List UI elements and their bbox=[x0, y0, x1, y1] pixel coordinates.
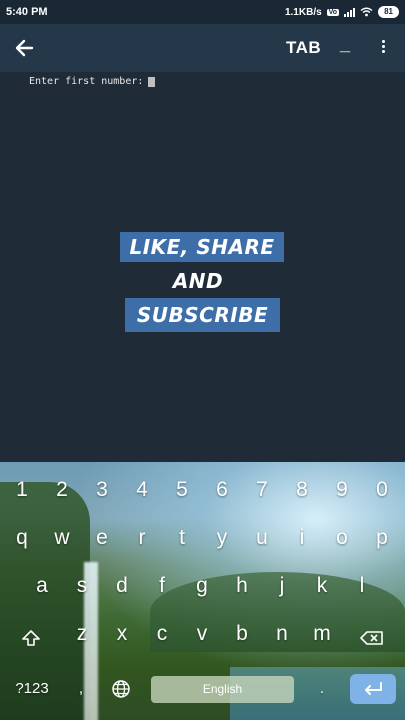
symbols-key[interactable]: ?123 bbox=[8, 669, 56, 709]
key-v[interactable]: v bbox=[182, 614, 222, 654]
promo-line-3: SUBSCRIBE bbox=[125, 298, 280, 332]
key-u[interactable]: u bbox=[242, 518, 282, 558]
promo-line-1: LIKE, SHARE bbox=[120, 232, 284, 262]
key-h[interactable]: h bbox=[222, 566, 262, 606]
key-s[interactable]: s bbox=[62, 566, 102, 606]
promo-line-2: AND bbox=[172, 269, 224, 293]
key-n[interactable]: n bbox=[262, 614, 302, 654]
shift-icon[interactable] bbox=[11, 618, 51, 658]
key-period[interactable]: . bbox=[302, 669, 342, 709]
enter-key[interactable] bbox=[350, 674, 396, 704]
key-z[interactable]: z bbox=[62, 614, 102, 654]
key-3[interactable]: 3 bbox=[82, 470, 122, 510]
more-vert-icon[interactable] bbox=[380, 40, 386, 56]
backspace-icon[interactable] bbox=[352, 618, 392, 658]
key-l[interactable]: l bbox=[342, 566, 382, 606]
key-j[interactable]: j bbox=[262, 566, 302, 606]
globe-icon[interactable] bbox=[101, 669, 141, 709]
soft-keyboard: 1 2 3 4 5 6 7 8 9 0 q w e r t y u i o p … bbox=[0, 462, 405, 720]
prompt-text: Enter first number: bbox=[29, 76, 144, 87]
key-8[interactable]: 8 bbox=[282, 470, 322, 510]
key-5[interactable]: 5 bbox=[162, 470, 202, 510]
wifi-icon bbox=[360, 7, 373, 17]
key-1[interactable]: 1 bbox=[2, 470, 42, 510]
key-p[interactable]: p bbox=[362, 518, 402, 558]
space-bar[interactable]: English bbox=[151, 676, 294, 703]
signal-icon bbox=[344, 7, 356, 17]
key-g[interactable]: g bbox=[182, 566, 222, 606]
key-x[interactable]: x bbox=[102, 614, 142, 654]
tab-button[interactable]: TAB bbox=[286, 38, 321, 58]
key-c[interactable]: c bbox=[142, 614, 182, 654]
key-y[interactable]: y bbox=[202, 518, 242, 558]
key-o[interactable]: o bbox=[322, 518, 362, 558]
key-comma[interactable]: , bbox=[66, 669, 96, 709]
key-d[interactable]: d bbox=[102, 566, 142, 606]
minimize-button[interactable]: _ bbox=[340, 34, 350, 55]
key-w[interactable]: w bbox=[42, 518, 82, 558]
key-i[interactable]: i bbox=[282, 518, 322, 558]
key-f[interactable]: f bbox=[142, 566, 182, 606]
key-a[interactable]: a bbox=[22, 566, 62, 606]
terminal-cursor bbox=[148, 76, 156, 87]
arrow-left-icon[interactable] bbox=[10, 36, 38, 60]
battery-icon: 81 bbox=[378, 6, 399, 18]
terminal-prompt: Enter first number: bbox=[29, 76, 156, 87]
key-m[interactable]: m bbox=[302, 614, 342, 654]
volte-badge: Vo bbox=[326, 8, 340, 16]
status-bar: 5:40 PM 1.1KB/s Vo 81 bbox=[0, 0, 405, 24]
key-2[interactable]: 2 bbox=[42, 470, 82, 510]
action-bar: TAB _ bbox=[0, 24, 405, 72]
network-speed: 1.1KB/s bbox=[284, 6, 322, 18]
key-r[interactable]: r bbox=[122, 518, 162, 558]
key-e[interactable]: e bbox=[82, 518, 122, 558]
enter-icon bbox=[365, 682, 382, 695]
key-t[interactable]: t bbox=[162, 518, 202, 558]
status-icons: 1.1KB/s Vo 81 bbox=[285, 6, 399, 18]
key-7[interactable]: 7 bbox=[242, 470, 282, 510]
key-6[interactable]: 6 bbox=[202, 470, 242, 510]
key-4[interactable]: 4 bbox=[122, 470, 162, 510]
key-9[interactable]: 9 bbox=[322, 470, 362, 510]
key-b[interactable]: b bbox=[222, 614, 262, 654]
key-k[interactable]: k bbox=[302, 566, 342, 606]
status-time: 5:40 PM bbox=[6, 6, 48, 18]
key-q[interactable]: q bbox=[2, 518, 42, 558]
key-0[interactable]: 0 bbox=[362, 470, 402, 510]
